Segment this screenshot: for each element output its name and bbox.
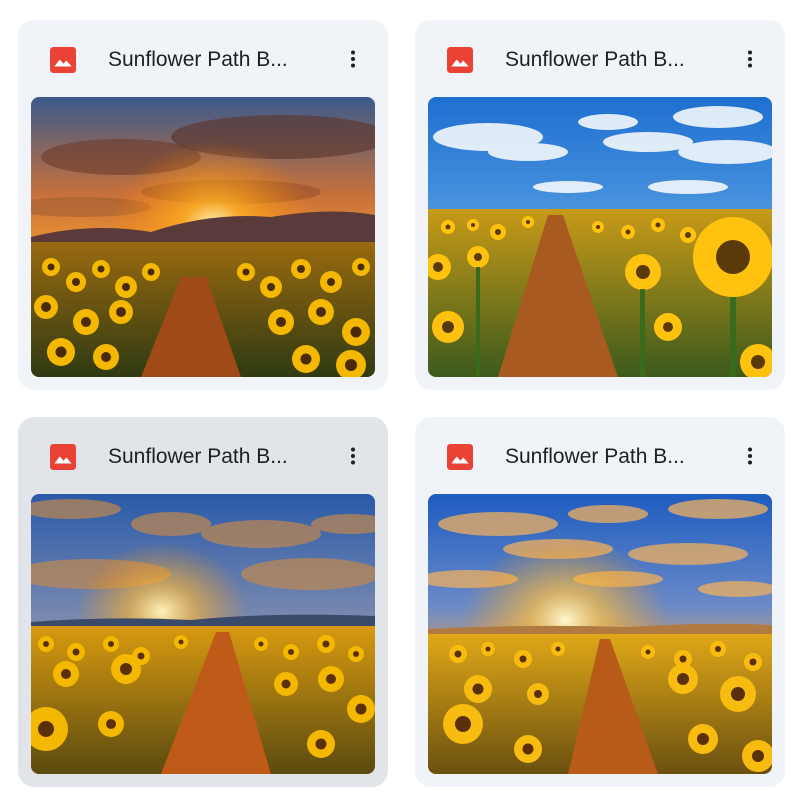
- more-vert-icon: [748, 50, 752, 68]
- image-file-icon: [50, 444, 76, 470]
- image-thumbnail[interactable]: [428, 97, 772, 377]
- file-title: Sunflower Path B...: [505, 48, 685, 71]
- more-vert-icon: [351, 50, 355, 68]
- file-title: Sunflower Path B...: [108, 48, 288, 71]
- more-vert-icon: [748, 447, 752, 465]
- image-file-icon: [447, 47, 473, 73]
- file-card[interactable]: Sunflower Path B...: [415, 417, 785, 787]
- image-thumbnail[interactable]: [31, 97, 375, 377]
- file-card-header: Sunflower Path B...: [18, 417, 388, 495]
- file-title: Sunflower Path B...: [108, 445, 288, 468]
- image-thumbnail[interactable]: [31, 494, 375, 774]
- file-card-header: Sunflower Path B...: [415, 20, 785, 98]
- file-card[interactable]: Sunflower Path B...: [18, 417, 388, 787]
- more-vert-icon: [351, 447, 355, 465]
- image-thumbnail[interactable]: [428, 494, 772, 774]
- file-card-header: Sunflower Path B...: [415, 417, 785, 495]
- more-options-button[interactable]: [733, 42, 767, 76]
- more-options-button[interactable]: [336, 42, 370, 76]
- image-file-icon: [50, 47, 76, 73]
- file-card[interactable]: Sunflower Path B...: [415, 20, 785, 390]
- more-options-button[interactable]: [733, 439, 767, 473]
- file-title: Sunflower Path B...: [505, 445, 685, 468]
- file-card-header: Sunflower Path B...: [18, 20, 388, 98]
- more-options-button[interactable]: [336, 439, 370, 473]
- image-file-icon: [447, 444, 473, 470]
- file-card[interactable]: Sunflower Path B...: [18, 20, 388, 390]
